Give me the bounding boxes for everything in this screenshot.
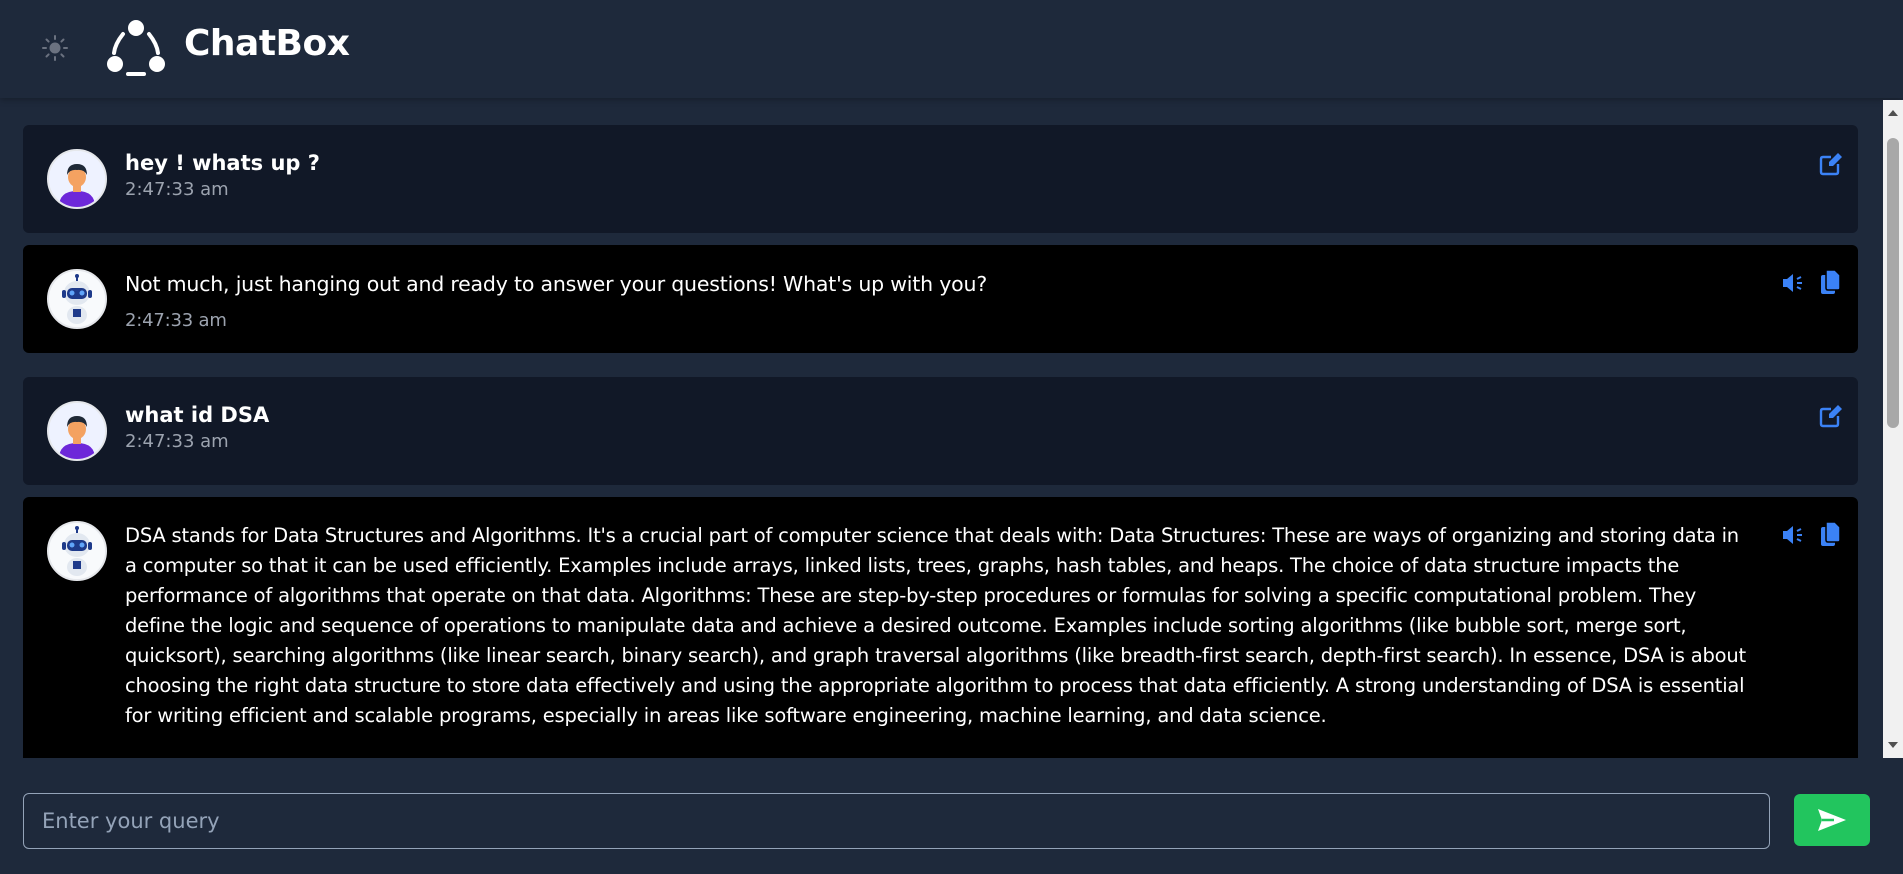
- theme-toggle-button[interactable]: [40, 33, 70, 63]
- message-text: hey ! whats up ?: [125, 151, 320, 175]
- copy-icon[interactable]: [1820, 269, 1842, 295]
- edit-icon[interactable]: [1818, 151, 1844, 177]
- send-button[interactable]: [1794, 794, 1870, 846]
- chatbox-logo-icon: [107, 20, 165, 76]
- robot-avatar-icon: [47, 521, 107, 581]
- message-text: DSA stands for Data Structures and Algor…: [125, 524, 1746, 727]
- user-message: what id DSA 2:47:33 am: [23, 377, 1858, 485]
- speaker-icon[interactable]: [1781, 522, 1805, 548]
- scrollbar-thumb[interactable]: [1887, 138, 1899, 428]
- send-icon: [1818, 809, 1846, 831]
- app-title: ChatBox: [184, 23, 350, 64]
- speaker-icon[interactable]: [1781, 270, 1805, 296]
- message-timestamp: 2:47:33 am: [125, 310, 227, 331]
- bot-message: DSA stands for Data Structures and Algor…: [23, 497, 1858, 758]
- message-timestamp: 2:47:33 am: [125, 179, 229, 200]
- query-input[interactable]: [23, 793, 1770, 849]
- user-avatar-icon: [47, 401, 107, 461]
- app-header: ChatBox: [0, 0, 1903, 98]
- user-avatar-icon: [47, 149, 107, 209]
- input-bar: [0, 758, 1903, 874]
- message-text: what id DSA: [125, 403, 270, 427]
- chat-message-list: hey ! whats up ? 2:47:33 am Not much, ju…: [0, 100, 1880, 758]
- scroll-down-arrow-icon[interactable]: [1883, 736, 1903, 754]
- robot-avatar-icon: [47, 269, 107, 329]
- edit-icon[interactable]: [1818, 403, 1844, 429]
- bot-message: Not much, just hanging out and ready to …: [23, 245, 1858, 353]
- message-text: Not much, just hanging out and ready to …: [125, 272, 987, 296]
- user-message: hey ! whats up ? 2:47:33 am: [23, 125, 1858, 233]
- sun-icon: [42, 35, 68, 61]
- scroll-up-arrow-icon[interactable]: [1883, 104, 1903, 122]
- message-timestamp: 2:47:33 am: [125, 431, 229, 452]
- copy-icon[interactable]: [1820, 521, 1842, 547]
- chat-scrollbar[interactable]: [1883, 100, 1903, 758]
